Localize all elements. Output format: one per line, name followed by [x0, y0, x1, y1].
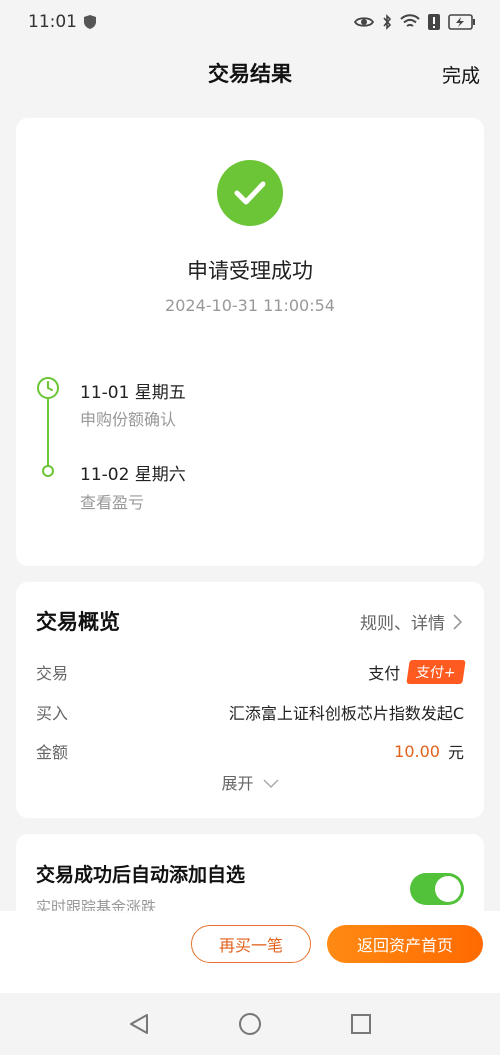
timeline-line — [47, 396, 49, 471]
home-circle-icon[interactable] — [238, 1012, 262, 1036]
back-triangle-icon[interactable] — [128, 1012, 150, 1036]
overview-row-amount: 金额 10.00 元 — [36, 739, 464, 765]
amount-number: 10.00 — [394, 741, 440, 761]
status-bar: 11:01 — [0, 0, 500, 44]
battery-icon — [448, 14, 475, 30]
result-title: 申请受理成功 — [187, 259, 313, 283]
overview-row-trade: 交易 支付 支付+ — [36, 660, 466, 686]
result-timestamp: 2024-10-31 11:00:54 — [165, 296, 335, 315]
return-home-button[interactable]: 返回资产首页 — [327, 925, 483, 963]
timeline-date-1: 11-01 星期五 — [80, 383, 186, 403]
chevron-right-icon — [453, 613, 462, 630]
overview-card: 交易概览 规则、详情 交易 支付 支付+ 买入 汇添富上证科创板芯片指数发起C … — [16, 582, 484, 818]
trade-method: 支付 — [368, 664, 401, 683]
alert-icon — [428, 14, 440, 30]
success-check-icon — [217, 160, 283, 226]
auto-add-toggle[interactable] — [410, 873, 464, 905]
system-nav-bar — [0, 993, 500, 1055]
overview-title: 交易概览 — [36, 610, 120, 634]
wifi-icon — [400, 14, 420, 27]
rules-details-link[interactable]: 规则、详情 — [360, 609, 462, 634]
chevron-down-icon — [263, 779, 279, 789]
amount-value: 10.00 元 — [394, 739, 464, 763]
clock-icon — [37, 377, 59, 399]
trade-value: 支付 支付+ — [368, 660, 466, 684]
eye-icon — [354, 17, 374, 27]
timeline-desc-1: 申购份额确认 — [80, 410, 177, 429]
page-title: 交易结果 — [208, 62, 292, 86]
bluetooth-icon — [383, 14, 392, 30]
timeline-desc-2: 查看盈亏 — [80, 493, 145, 512]
done-button[interactable]: 完成 — [442, 61, 480, 88]
nav-bar: 交易结果 完成 — [0, 44, 500, 102]
result-card: 申请受理成功 2024-10-31 11:00:54 11-01 星期五 申购份… — [16, 118, 484, 566]
shield-icon — [84, 15, 96, 29]
overview-row-buy: 买入 汇添富上证科创板芯片指数发起C — [36, 700, 464, 726]
fund-name: 汇添富上证科创板芯片指数发起C — [228, 704, 464, 723]
status-time: 11:01 — [28, 12, 77, 32]
toggle-knob — [435, 876, 461, 902]
pay-plus-badge: 支付+ — [406, 660, 466, 684]
timeline-dot-icon — [42, 465, 54, 477]
expand-label: 展开 — [221, 774, 254, 793]
bottom-action-bar: 再买一笔 返回资产首页 — [0, 911, 500, 993]
timeline: 11-01 星期五 申购份额确认 11-02 星期六 查看盈亏 — [36, 376, 456, 516]
rules-details-label: 规则、详情 — [360, 614, 445, 634]
amount-unit: 元 — [447, 743, 464, 762]
auto-add-title: 交易成功后自动添加自选 — [36, 864, 246, 886]
amount-label: 金额 — [36, 743, 69, 762]
timeline-date-2: 11-02 星期六 — [80, 465, 186, 485]
trade-label: 交易 — [36, 664, 69, 683]
recents-square-icon[interactable] — [350, 1013, 372, 1035]
expand-button[interactable]: 展开 — [16, 770, 484, 794]
rebuy-button[interactable]: 再买一笔 — [191, 925, 311, 963]
buy-label: 买入 — [36, 704, 69, 723]
